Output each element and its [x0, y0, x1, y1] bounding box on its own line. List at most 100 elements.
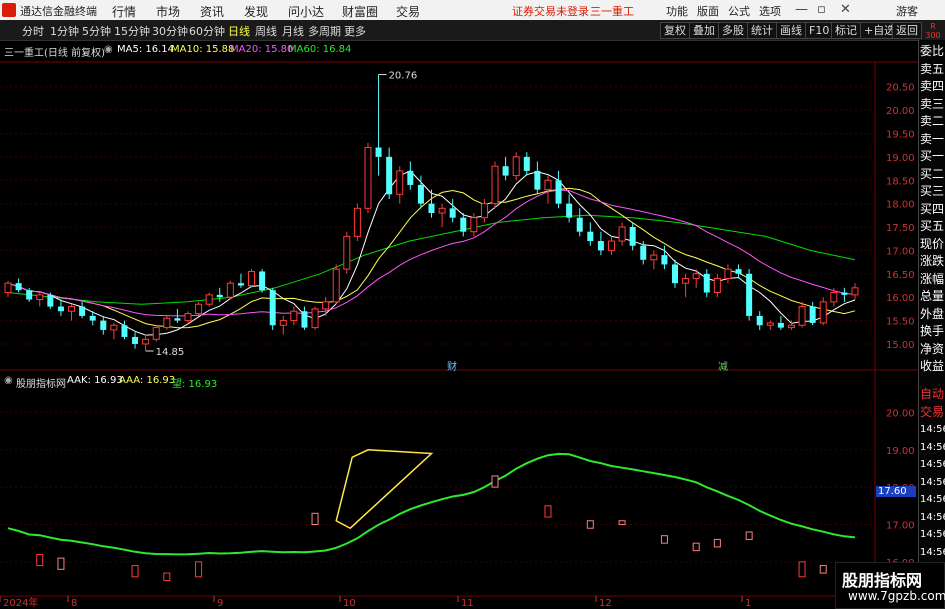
- candle-body: [787, 324, 795, 329]
- menu-discover[interactable]: 发现: [244, 3, 268, 20]
- period-weekly[interactable]: 周线: [255, 23, 277, 39]
- menu-market[interactable]: 市场: [156, 3, 180, 20]
- trade-row-label: 14:56: [920, 511, 945, 523]
- period-toolbar: 分时 1分钟 5分钟 15分钟 30分钟 60分钟 日线 周线 月线 多周期 更…: [0, 20, 945, 41]
- candle-body: [121, 325, 128, 337]
- menu-formula[interactable]: 公式: [728, 3, 750, 19]
- candle-body: [597, 241, 604, 251]
- sub-bar: [713, 538, 721, 548]
- sub-bar: [131, 565, 139, 578]
- candle-body: [396, 170, 404, 195]
- f10-button[interactable]: F10: [805, 22, 834, 39]
- price-axis: 20.50 20.00 19.50 19.00 18.50 18.00 17.50 17.00…: [886, 83, 915, 351]
- trade-row-label: 14:56: [920, 441, 945, 453]
- candle-body: [269, 290, 276, 326]
- overlay-button[interactable]: 叠加: [689, 22, 719, 39]
- period-30min[interactable]: 30分钟: [152, 23, 188, 39]
- menu-quotes[interactable]: 行情: [112, 3, 136, 20]
- guest-label[interactable]: 游客: [896, 3, 918, 19]
- sub-bar: [163, 572, 171, 582]
- quote-row-label: 涨跌: [920, 254, 945, 268]
- period-intraday[interactable]: 分时: [22, 23, 44, 39]
- trade-login-alert[interactable]: 证券交易未登录: [512, 3, 589, 19]
- quote-row-label: 买二: [920, 166, 945, 181]
- sub-bar: [692, 542, 700, 552]
- period-15min[interactable]: 15分钟: [114, 23, 150, 39]
- menu-options[interactable]: 选项: [759, 3, 781, 19]
- candle-body: [343, 235, 351, 270]
- candle-body: [798, 306, 806, 326]
- multi-stock-button[interactable]: 多股: [718, 22, 748, 39]
- period-daily[interactable]: 日线: [228, 23, 250, 39]
- sub-bar: [819, 565, 827, 574]
- back-button[interactable]: 返回: [892, 22, 922, 39]
- stats-button[interactable]: 统计: [747, 22, 777, 39]
- chart-settings-icon[interactable]: ◉: [104, 44, 113, 55]
- ma5-label: MA5: 16.14: [117, 44, 175, 55]
- price-tick-label: 20.50: [886, 83, 915, 94]
- aak-label: AAK: 16.93: [67, 375, 123, 386]
- quote-row-label: 买三: [920, 184, 945, 198]
- sub-bar: [195, 561, 203, 578]
- period-5min[interactable]: 5分钟: [82, 23, 111, 39]
- period-1min[interactable]: 1分钟: [50, 23, 79, 39]
- trade-row-label: 14:56: [920, 476, 945, 488]
- watermark-url: www.7gpzb.com: [848, 589, 945, 603]
- sub-bar: [798, 561, 806, 578]
- date-tick-label: 10: [343, 598, 356, 609]
- candle-body: [386, 156, 393, 195]
- price-tick-label: 19.50: [886, 129, 915, 140]
- candle-body: [47, 294, 54, 307]
- candle-body: [587, 231, 594, 242]
- sub-bar: [311, 512, 319, 525]
- kline-chart[interactable]: 20.50 20.00 19.50 19.00 18.50 18.00 17.50 17.00…: [0, 40, 918, 609]
- menu-function[interactable]: 功能: [666, 3, 688, 19]
- date-tick-label: 11: [461, 598, 474, 609]
- sub-settings-icon[interactable]: ◉: [4, 375, 13, 386]
- quote-row-label: 买一: [920, 149, 945, 163]
- candle-body: [523, 156, 530, 171]
- menu-wealth[interactable]: 财富圈: [342, 3, 378, 20]
- trade-row-label: 14:56: [920, 494, 945, 505]
- candle-body: [290, 310, 298, 322]
- menu-layout[interactable]: 版面: [697, 3, 719, 19]
- candle-body: [152, 327, 160, 340]
- candle-body: [555, 180, 562, 204]
- candle-body: [132, 336, 139, 344]
- candle-body: [851, 287, 859, 296]
- earnings-event-badge[interactable]: 财: [447, 358, 457, 373]
- candle-body: [438, 207, 446, 214]
- sub-tick-label: 20.00: [886, 408, 915, 419]
- candle-body: [364, 147, 372, 209]
- close-icon[interactable]: ✕: [840, 2, 851, 17]
- price-tick-label: 15.00: [886, 340, 915, 351]
- adjust-button[interactable]: 复权: [660, 22, 690, 39]
- app-title: 通达信金融终端: [20, 5, 97, 18]
- candle-body: [692, 273, 700, 279]
- restore-icon[interactable]: ▫: [817, 2, 826, 17]
- period-more[interactable]: 更多: [344, 23, 366, 39]
- menu-assistant[interactable]: 问小达: [288, 3, 324, 20]
- candle-body: [607, 240, 615, 251]
- menu-news[interactable]: 资讯: [200, 3, 224, 20]
- price-tick-label: 16.00: [886, 293, 915, 304]
- mark-button[interactable]: 标记: [831, 22, 861, 39]
- candle-body: [79, 306, 86, 316]
- draw-button[interactable]: 画线: [776, 22, 806, 39]
- menu-trade[interactable]: 交易: [396, 3, 420, 20]
- quote-row-label: 净资: [920, 341, 945, 356]
- period-monthly[interactable]: 月线: [282, 23, 304, 39]
- price-tick-label: 17.50: [886, 223, 915, 234]
- date-tick-label: 9: [217, 598, 223, 609]
- candle-body: [100, 320, 107, 330]
- quote-row-label: 卖一: [920, 131, 945, 146]
- candle-body: [460, 217, 467, 232]
- minimize-icon[interactable]: —: [795, 2, 808, 17]
- date-tick-label: 8: [71, 598, 77, 609]
- reduction-event-badge[interactable]: 减: [718, 358, 728, 373]
- period-60min[interactable]: 60分钟: [189, 23, 225, 39]
- quote-row-label: 卖三: [920, 96, 945, 111]
- period-multi[interactable]: 多周期: [308, 23, 341, 39]
- price-tick-label: 19.00: [886, 153, 915, 164]
- candle-body: [841, 292, 848, 295]
